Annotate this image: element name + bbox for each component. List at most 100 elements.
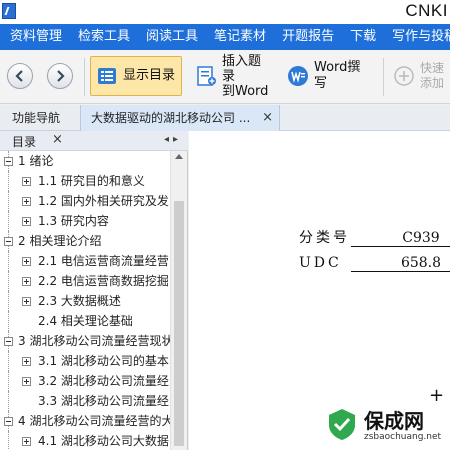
word-write-button[interactable]: Word撰写: [282, 56, 374, 96]
tree-connector: [8, 351, 9, 371]
udc-label: UDC: [299, 255, 342, 271]
quick-add-label: 快速 添加: [420, 61, 444, 91]
back-button[interactable]: [7, 63, 33, 89]
toc-chapter-item[interactable]: 1 绪论: [0, 151, 171, 171]
scroll-up-icon[interactable]: [175, 154, 183, 159]
menu-item-resource-management[interactable]: 资料管理: [0, 24, 70, 50]
expand-icon[interactable]: [22, 197, 31, 206]
toc-section-item[interactable]: 3.2 湖北移动公司流量经: [0, 371, 171, 391]
toc-section-item[interactable]: 2.2 电信运营商数据挖掘: [0, 271, 171, 291]
toc-chapter-item[interactable]: 3 湖北移动公司流量经营现状: [0, 331, 171, 351]
title-bar: CNKI: [0, 0, 450, 24]
toc-item-label: 2.4 相关理论基础: [38, 314, 133, 328]
list-icon: [95, 64, 119, 88]
quick-add-line2: 添加: [420, 76, 445, 90]
tree-connector: [8, 431, 9, 450]
show-toc-button[interactable]: 显示目录: [90, 56, 182, 96]
tree-connector: [8, 191, 9, 211]
insert-citation-label: 插入题录 到Word: [222, 54, 272, 99]
toc-scrollbar[interactable]: [170, 151, 187, 450]
toc-section-item[interactable]: 3.1 湖北移动公司的基本: [0, 351, 171, 371]
toc-item-label: 1.3 研究内容: [38, 214, 109, 228]
forward-button[interactable]: [47, 63, 73, 89]
udc-row: UDC 658.8: [299, 255, 450, 272]
toc-tree: 1 绪论 1.1 研究目的和意义 1.2 国内外相关研究及发 1.3 研究内容 2 相关…: [0, 151, 171, 450]
collapse-icon[interactable]: [4, 237, 13, 246]
menu-item-search-tools[interactable]: 检索工具: [70, 24, 138, 50]
expand-icon[interactable]: [22, 297, 31, 306]
tab-strip: 功能导航 大数据驱动的湖北移动公司 ... ×: [0, 105, 450, 131]
quick-add-line1: 快速: [420, 61, 445, 75]
classification-value: C939: [351, 230, 450, 247]
expand-icon[interactable]: [22, 357, 31, 366]
toc-item-label: 3 湖北移动公司流量经营现状: [18, 334, 171, 348]
toc-section-item[interactable]: 1.1 研究目的和意义: [0, 171, 171, 191]
expand-icon[interactable]: [22, 217, 31, 226]
expand-icon[interactable]: [22, 277, 31, 286]
page-mark: +: [429, 385, 445, 406]
expand-icon[interactable]: [22, 437, 31, 446]
toc-item-label: 4.1 湖北移动公司大数据: [38, 434, 169, 448]
toc-section-item[interactable]: 2.3 大数据概述: [0, 291, 171, 311]
insert-citation-line1: 插入题录: [222, 53, 262, 84]
quick-add-button[interactable]: 快速 添加: [388, 56, 450, 96]
expand-icon[interactable]: [22, 377, 31, 386]
insert-citation-button[interactable]: 插入题录 到Word: [190, 54, 276, 99]
tree-connector: [8, 311, 9, 331]
toolbar-separator: [84, 58, 85, 96]
watermark-url: zsbaochuang.net: [364, 432, 442, 442]
menu-item-download[interactable]: 下载: [342, 24, 384, 50]
word-write-label: Word撰写: [314, 60, 361, 91]
word-icon: [286, 64, 310, 88]
scroll-thumb[interactable]: [174, 201, 184, 446]
expand-icon[interactable]: [22, 177, 31, 186]
toc-chapter-item[interactable]: 2 相关理论介绍: [0, 231, 171, 251]
toc-item-label: 4 湖北移动公司流量经营的大: [18, 414, 171, 428]
classification-row: 分类号 C939: [299, 227, 450, 247]
menu-item-reading-tools[interactable]: 阅读工具: [138, 24, 206, 50]
udc-value: 658.8: [351, 255, 450, 272]
toc-panel-title: 目录: [12, 135, 37, 149]
toc-item-label: 1.2 国内外相关研究及发: [38, 194, 169, 208]
panel-scroll-arrows-icon[interactable]: ◂▸: [164, 134, 182, 145]
tree-connector: [8, 291, 9, 311]
menu-item-notes[interactable]: 笔记素材: [206, 24, 274, 50]
arrow-left-icon: [15, 70, 23, 82]
tab-document[interactable]: 大数据驱动的湖北移动公司 ... ×: [80, 105, 280, 131]
collapse-icon[interactable]: [4, 417, 13, 426]
close-tab-icon[interactable]: ×: [262, 105, 273, 131]
toolbar: 显示目录 插入题录 到Word Word撰写 快速 添加: [0, 50, 450, 104]
toc-panel-header: 目录 × ◂▸: [0, 131, 188, 151]
tab-function-navigation[interactable]: 功能导航: [12, 105, 60, 131]
tree-connector: [8, 211, 9, 231]
tree-connector: [8, 371, 9, 391]
toc-item-label: 3.3 湖北移动公司流量经: [38, 394, 169, 408]
collapse-icon[interactable]: [4, 337, 13, 346]
toc-section-item[interactable]: 2.1 电信运营商流量经营: [0, 251, 171, 271]
tree-connector: [8, 271, 9, 291]
menu-item-writing-submission[interactable]: 写作与投稿: [384, 24, 450, 50]
toc-panel: 目录 × ◂▸ 1 绪论 1.1 研究目的和意义 1.2 国内外相关研究及发 1.3 …: [0, 131, 188, 450]
expand-icon[interactable]: [22, 257, 31, 266]
close-panel-icon[interactable]: ×: [52, 132, 63, 147]
toc-section-item[interactable]: 4.1 湖北移动公司大数据: [0, 431, 171, 450]
tree-connector: [8, 171, 9, 191]
collapse-icon[interactable]: [4, 157, 13, 166]
toc-section-item[interactable]: 2.4 相关理论基础: [0, 311, 171, 331]
tab-document-label: 大数据驱动的湖北移动公司 ...: [91, 111, 251, 125]
toc-section-item[interactable]: 1.2 国内外相关研究及发: [0, 191, 171, 211]
toc-item-label: 1 绪论: [18, 154, 54, 168]
toc-chapter-item[interactable]: 4 湖北移动公司流量经营的大: [0, 411, 171, 431]
arrow-right-icon: [57, 70, 65, 82]
toc-item-label: 2.1 电信运营商流量经营: [38, 254, 169, 268]
toc-item-label: 2 相关理论介绍: [18, 234, 102, 248]
citation-icon: [194, 64, 218, 88]
toc-section-item[interactable]: 1.3 研究内容: [0, 211, 171, 231]
insert-citation-line2: 到Word: [222, 83, 269, 99]
document-view: 分类号 C939 UDC 658.8 +: [189, 131, 450, 450]
tree-connector: [8, 391, 9, 411]
toc-item-label: 2.3 大数据概述: [38, 294, 121, 308]
menu-item-proposal[interactable]: 开题报告: [274, 24, 342, 50]
watermark-name: 保成网: [364, 409, 424, 433]
toc-section-item[interactable]: 3.3 湖北移动公司流量经: [0, 391, 171, 411]
